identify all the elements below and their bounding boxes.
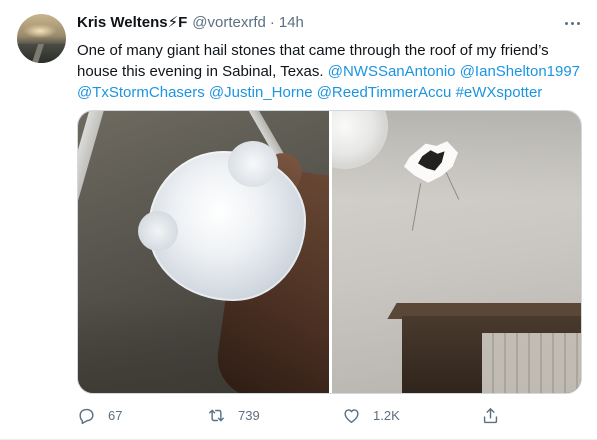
share-icon: [481, 406, 500, 425]
mention-justin-horne[interactable]: @Justin_Horne: [209, 84, 313, 101]
more-options-icon[interactable]: [559, 12, 585, 34]
tweet-text-line-1: One of many giant hail stones that came …: [77, 42, 549, 59]
author-name[interactable]: Kris Weltens⚡F: [77, 13, 187, 31]
retweet-count: 739: [238, 407, 260, 423]
reply-button[interactable]: 67: [77, 403, 122, 427]
tweet-header: Kris Weltens⚡F @vortexrfd · 14h: [77, 13, 304, 33]
avatar-sky: [23, 24, 57, 38]
reply-count: 67: [108, 407, 123, 423]
retweet-button[interactable]: 739: [207, 403, 260, 427]
tweet-media: [77, 110, 582, 394]
mention-ianshelton1997[interactable]: @IanShelton1997: [460, 63, 580, 80]
author-handle[interactable]: @vortexrfd: [192, 14, 266, 31]
reply-icon: [77, 406, 96, 425]
like-icon: [342, 406, 361, 425]
hashtag-ewxspotter[interactable]: #eWXspotter: [456, 84, 543, 101]
tweet-text-line-2: house this evening in Sabinal, Texas. @N…: [77, 61, 582, 82]
tweet-actions: 67 739 1.2K: [77, 403, 582, 427]
share-button[interactable]: [481, 403, 500, 427]
mention-txstormchasers[interactable]: @TxStormChasers: [77, 84, 205, 101]
tweet-time[interactable]: 14h: [279, 14, 304, 31]
separator-dot: ·: [269, 14, 275, 31]
like-button[interactable]: 1.2K: [342, 403, 400, 427]
photo-hailstone-in-hand[interactable]: [78, 111, 329, 393]
photo-hailstone-bump: [138, 211, 178, 251]
photo-hailstone-bump: [228, 141, 278, 187]
tweet[interactable]: Kris Weltens⚡F @vortexrfd · 14h One of m…: [0, 0, 597, 440]
like-count: 1.2K: [373, 407, 400, 423]
tweet-text: One of many giant hail stones that came …: [77, 40, 582, 103]
avatar[interactable]: [17, 14, 66, 63]
tweet-text-line-2-text: house this evening in Sabinal, Texas.: [77, 63, 328, 80]
mention-nwssanantonio[interactable]: @NWSSanAntonio: [328, 63, 456, 80]
photo-wall-panel: [482, 333, 581, 393]
retweet-icon: [207, 406, 226, 425]
photo-ceiling-hole[interactable]: [332, 111, 581, 393]
tweet-text-line-3: @TxStormChasers @Justin_Horne @ReedTimme…: [77, 82, 582, 103]
mention-reedtimmeraccu[interactable]: @ReedTimmerAccu: [317, 84, 452, 101]
